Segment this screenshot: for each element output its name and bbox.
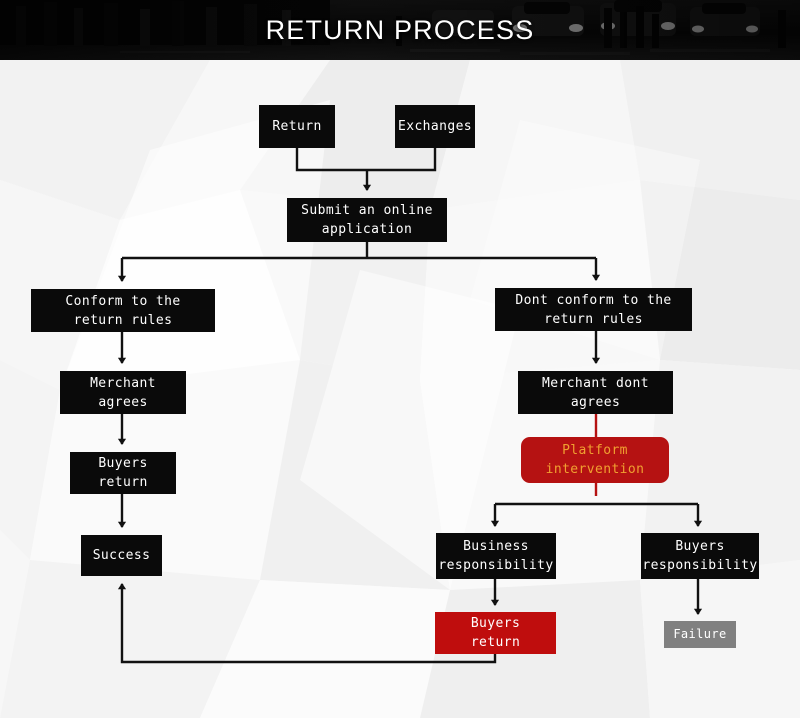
node-business-responsibility[interactable]: Business responsibility (436, 533, 556, 579)
flowchart-page: RETURN PROCESS Return Exchanges Submit a… (0, 0, 800, 718)
node-merchant-dont-agrees[interactable]: Merchant dont agrees (518, 371, 673, 414)
node-return[interactable]: Return (259, 105, 335, 148)
node-dont-conform-to-return-rules[interactable]: Dont conform to the return rules (495, 288, 692, 331)
node-buyers-return-red[interactable]: Buyers return (435, 612, 556, 654)
node-buyers-responsibility[interactable]: Buyers responsibility (641, 533, 759, 579)
node-merchant-agrees[interactable]: Merchant agrees (60, 371, 186, 414)
node-exchanges[interactable]: Exchanges (395, 105, 475, 148)
node-buyers-return-left[interactable]: Buyers return (70, 452, 176, 494)
node-failure[interactable]: Failure (664, 621, 736, 648)
page-title: RETURN PROCESS (265, 14, 535, 45)
node-platform-intervention[interactable]: Platform intervention (521, 437, 669, 483)
node-success[interactable]: Success (81, 535, 162, 576)
node-conform-to-return-rules[interactable]: Conform to the return rules (31, 289, 215, 332)
header-banner: RETURN PROCESS (0, 0, 800, 60)
node-submit-application[interactable]: Submit an online application (287, 198, 447, 242)
